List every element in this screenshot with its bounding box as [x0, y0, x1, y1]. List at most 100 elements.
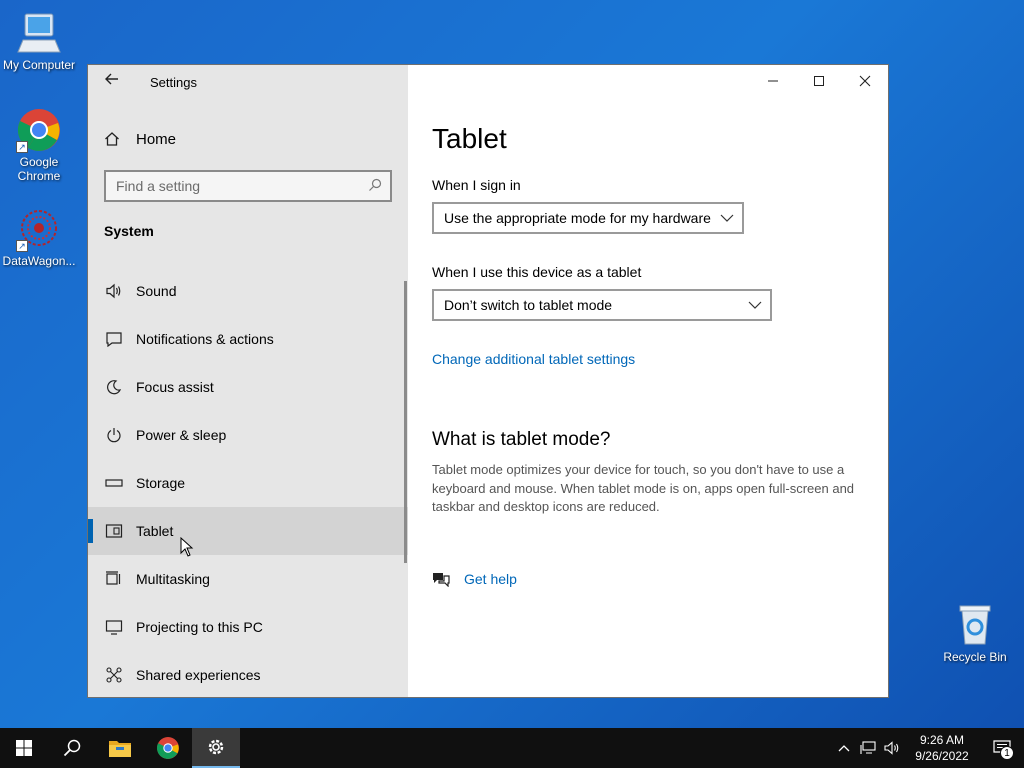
sidebar-item-shared-experiences[interactable]: Shared experiences [88, 651, 408, 697]
shortcut-arrow-icon: ↗ [16, 141, 28, 153]
maximize-icon [814, 76, 824, 86]
search-icon [369, 178, 382, 191]
computer-icon [16, 10, 62, 56]
sidebar-item-label: Sound [136, 283, 177, 299]
desktop-icon-label: Recycle Bin [943, 650, 1007, 664]
window-controls [750, 65, 888, 97]
what-is-tablet-mode-text: Tablet mode optimizes your device for to… [432, 462, 855, 514]
desktop-icon-label: My Computer [2, 58, 76, 72]
additional-tablet-settings-link[interactable]: Change additional tablet settings [432, 351, 635, 367]
clock-date: 9/26/2022 [915, 749, 969, 763]
network-icon [860, 741, 876, 754]
file-explorer-icon [109, 741, 131, 757]
page-title: Tablet [432, 123, 507, 154]
close-icon [859, 75, 871, 87]
projecting-icon [104, 617, 124, 637]
start-button[interactable] [0, 728, 48, 768]
search-placeholder: Find a setting [116, 178, 201, 194]
taskbar: 9:26 AM 9/26/2022 1 [0, 728, 1024, 768]
close-button[interactable] [842, 65, 888, 97]
search-icon [63, 739, 81, 757]
settings-icon [208, 739, 224, 755]
recycle-bin-icon [952, 602, 998, 648]
taskbar-settings[interactable] [192, 728, 240, 768]
moon-icon [104, 377, 124, 397]
chrome-icon [157, 737, 179, 759]
chevron-up-icon [838, 745, 850, 752]
notification-count-badge: 1 [1000, 746, 1014, 760]
sidebar-nav: Sound Notifications & actions Focus assi… [88, 267, 408, 697]
tray-overflow-button[interactable] [832, 728, 856, 768]
sign-in-value: Use the appropriate mode for my hardware [444, 210, 711, 226]
sidebar-item-multitasking[interactable]: Multitasking [88, 555, 408, 603]
minimize-button[interactable] [750, 65, 796, 97]
tray-volume-button[interactable] [880, 728, 904, 768]
sign-in-dropdown[interactable]: Use the appropriate mode for my hardware [432, 202, 744, 234]
desktop-icon-label: DataWagon... [2, 254, 76, 268]
window-title: Settings [150, 75, 197, 90]
settings-window: Settings Home Find a setting System Soun… [87, 64, 889, 698]
section-label-system: System [104, 223, 154, 239]
desktop-icon-google-chrome[interactable]: ↗ Google Chrome [0, 107, 79, 183]
tablet-use-label: When I use this device as a tablet [432, 264, 642, 280]
sidebar-item-label: Shared experiences [136, 667, 261, 683]
chrome-icon: ↗ [16, 107, 62, 153]
sidebar: Settings Home Find a setting System Soun… [88, 65, 408, 697]
maximize-button[interactable] [796, 65, 842, 97]
clock-time: 9:26 AM [919, 733, 965, 747]
sign-in-label: When I sign in [432, 177, 521, 193]
desktop-icon-label: Google Chrome [17, 155, 61, 183]
sidebar-item-sound[interactable]: Sound [88, 267, 408, 315]
sidebar-item-focus-assist[interactable]: Focus assist [88, 363, 408, 411]
tablet-icon [104, 521, 124, 541]
mouse-cursor-icon [180, 537, 194, 557]
sidebar-item-label: Power & sleep [136, 427, 227, 443]
shared-experiences-icon [104, 665, 124, 685]
taskbar-file-explorer[interactable] [96, 728, 144, 768]
chevron-down-icon [748, 301, 762, 309]
home-label: Home [136, 130, 177, 148]
desktop-icon-datawagon[interactable]: ↗ DataWagon... [0, 206, 79, 268]
tablet-use-dropdown[interactable]: Don’t switch to tablet mode [432, 289, 772, 321]
home-link[interactable]: Home [104, 127, 176, 151]
multitasking-icon [104, 569, 124, 589]
help-chat-icon [433, 573, 450, 587]
tablet-use-value: Don’t switch to tablet mode [444, 297, 613, 313]
sidebar-item-notifications[interactable]: Notifications & actions [88, 315, 408, 363]
taskbar-search-button[interactable] [48, 728, 96, 768]
speaker-icon [884, 741, 899, 755]
power-icon [104, 425, 124, 445]
main-content: Tablet When I sign in Use the appropriat… [408, 65, 888, 697]
desktop-icon-my-computer[interactable]: My Computer [0, 10, 79, 72]
chevron-down-icon [720, 214, 734, 222]
sidebar-item-label: Focus assist [136, 379, 214, 395]
shortcut-arrow-icon: ↗ [16, 240, 28, 252]
what-is-tablet-mode-heading: What is tablet mode? [432, 429, 611, 450]
sidebar-item-tablet[interactable]: Tablet [88, 507, 408, 557]
search-input[interactable]: Find a setting [104, 170, 392, 202]
sidebar-item-projecting[interactable]: Projecting to this PC [88, 603, 408, 651]
speaker-icon [104, 281, 124, 301]
sidebar-item-storage[interactable]: Storage [88, 459, 408, 507]
taskbar-clock[interactable]: 9:26 AM 9/26/2022 [904, 732, 980, 764]
sidebar-item-label: Projecting to this PC [136, 619, 263, 635]
action-center-button[interactable]: 1 [980, 728, 1024, 768]
sidebar-item-label: Multitasking [136, 571, 210, 587]
sidebar-item-power-sleep[interactable]: Power & sleep [88, 411, 408, 459]
sidebar-item-label: Storage [136, 475, 186, 491]
minimize-icon [768, 80, 778, 82]
tray-network-button[interactable] [856, 728, 880, 768]
start-icon [16, 740, 32, 756]
home-icon [104, 131, 120, 147]
sidebar-item-label: Tablet [136, 523, 174, 539]
storage-icon [104, 473, 124, 493]
taskbar-chrome[interactable] [144, 728, 192, 768]
get-help-link[interactable]: Get help [432, 571, 517, 587]
back-arrow-icon [105, 73, 118, 85]
desktop-icon-recycle-bin[interactable]: Recycle Bin [935, 602, 1015, 664]
back-button[interactable] [100, 71, 124, 93]
system-tray: 9:26 AM 9/26/2022 1 [832, 728, 1024, 768]
notification-icon [104, 329, 124, 349]
sidebar-scrollbar[interactable] [404, 281, 407, 563]
get-help-label: Get help [464, 571, 517, 587]
